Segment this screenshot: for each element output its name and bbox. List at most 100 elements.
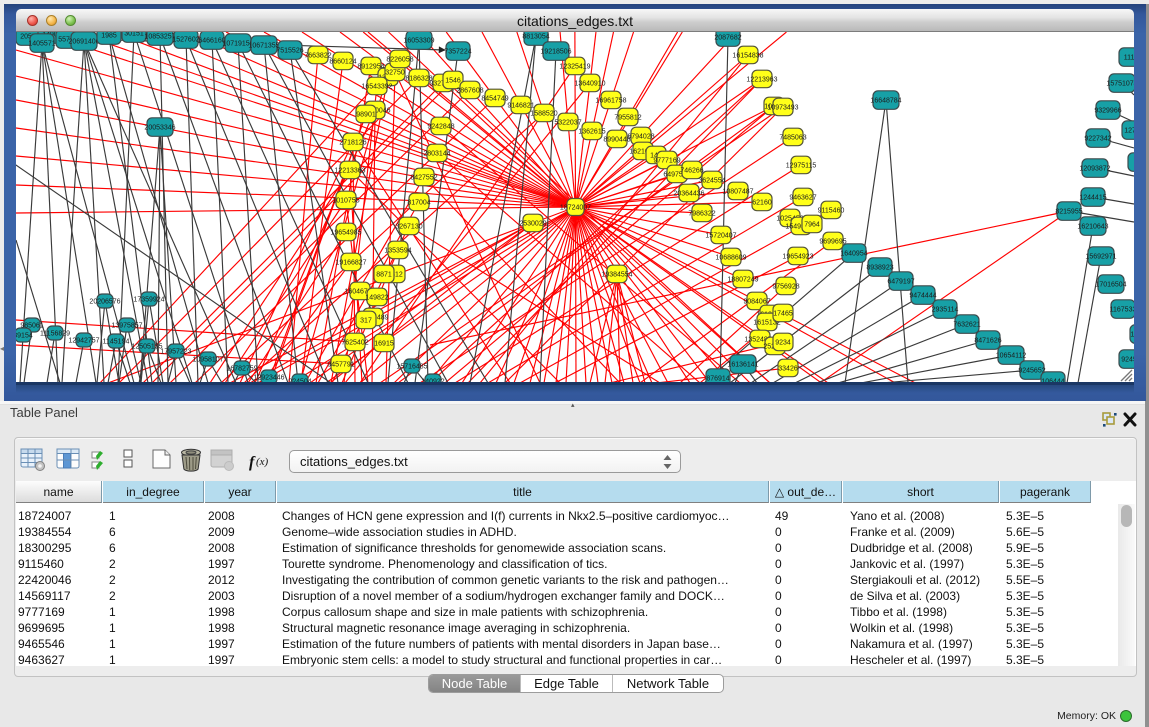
svg-text:2867608: 2867608 <box>456 88 483 95</box>
svg-text:16648784: 16648784 <box>870 98 901 105</box>
svg-text:10688609: 10688609 <box>715 255 746 262</box>
svg-text:16543392: 16543392 <box>361 84 392 91</box>
svg-text:16053309: 16053309 <box>403 38 434 45</box>
svg-text:9329966: 9329966 <box>1094 108 1121 115</box>
svg-text:18724007: 18724007 <box>560 205 591 212</box>
svg-text:13640910: 13640910 <box>574 81 605 88</box>
svg-text:9234: 9234 <box>775 340 791 347</box>
svg-text:30151: 30151 <box>124 32 144 38</box>
svg-text:19384554: 19384554 <box>601 272 632 279</box>
svg-text:32750: 32750 <box>385 70 405 77</box>
svg-text:10958107: 10958107 <box>192 357 223 364</box>
svg-text:1527602: 1527602 <box>172 37 199 44</box>
svg-text:1362615: 1362615 <box>578 129 605 136</box>
svg-text:15720407: 15720407 <box>705 233 736 240</box>
svg-text:8454749: 8454749 <box>481 96 508 103</box>
svg-text:1112: 1112 <box>1124 55 1134 62</box>
svg-text:317: 317 <box>360 318 372 325</box>
svg-text:120035: 120035 <box>1130 332 1134 339</box>
svg-text:1244415: 1244415 <box>1079 195 1106 202</box>
svg-text:149822: 149822 <box>365 295 388 302</box>
svg-text:8215955: 8215955 <box>1055 209 1082 216</box>
svg-text:12942757: 12942757 <box>68 338 99 345</box>
svg-text:16782759: 16782759 <box>226 366 257 373</box>
svg-text:9084067: 9084067 <box>743 299 770 306</box>
svg-text:15692971: 15692971 <box>1085 254 1116 261</box>
svg-text:9242848: 9242848 <box>427 124 454 131</box>
svg-text:6479197: 6479197 <box>887 279 914 286</box>
svg-text:817004: 817004 <box>407 200 430 207</box>
svg-text:2803144: 2803144 <box>423 151 450 158</box>
svg-text:10973493: 10973493 <box>767 105 798 112</box>
svg-text:20364436: 20364436 <box>673 191 704 198</box>
svg-text:17016504: 17016504 <box>1095 282 1126 289</box>
svg-text:20053346: 20053346 <box>144 125 175 132</box>
svg-text:12213363: 12213363 <box>334 168 365 175</box>
svg-text:12325419: 12325419 <box>559 64 590 71</box>
svg-text:1640954: 1640954 <box>840 251 867 258</box>
svg-text:1588520: 1588520 <box>530 111 557 118</box>
svg-text:140922: 140922 <box>421 379 444 383</box>
svg-text:7663822: 7663822 <box>304 53 331 60</box>
svg-text:8471626: 8471626 <box>974 338 1001 345</box>
svg-text:8938923: 8938923 <box>866 265 893 272</box>
svg-text:5322037: 5322037 <box>554 120 581 127</box>
svg-text:1353594: 1353594 <box>384 248 411 255</box>
svg-text:12093872: 12093872 <box>1079 166 1110 173</box>
svg-text:8427552: 8427552 <box>410 175 437 182</box>
svg-text:33426: 33426 <box>778 366 798 373</box>
svg-text:12774: 12774 <box>1124 128 1134 135</box>
svg-text:7485063: 7485063 <box>779 135 806 142</box>
svg-text:9146821: 9146821 <box>507 103 534 110</box>
svg-text:7632621: 7632621 <box>953 322 980 329</box>
svg-text:9115460: 9115460 <box>818 208 845 215</box>
svg-text:924504: 924504 <box>288 379 311 383</box>
svg-text:8813054: 8813054 <box>522 34 549 41</box>
svg-text:19166827: 19166827 <box>335 260 366 267</box>
svg-text:19218506: 19218506 <box>540 49 571 56</box>
svg-text:2718126: 2718126 <box>339 140 366 147</box>
svg-text:8226058: 8226058 <box>386 57 413 64</box>
svg-text:16961758: 16961758 <box>595 98 626 105</box>
svg-text:98901: 98901 <box>356 112 376 119</box>
svg-text:9756928: 9756928 <box>772 284 799 291</box>
svg-text:3267130: 3267130 <box>395 224 422 231</box>
svg-text:8660124: 8660124 <box>329 59 356 66</box>
svg-text:7964: 7964 <box>804 222 820 229</box>
svg-text:12213963: 12213963 <box>746 77 777 84</box>
svg-text:11156829: 11156829 <box>40 331 70 338</box>
svg-text:19654985: 19654985 <box>330 230 361 237</box>
svg-text:2087682: 2087682 <box>714 35 741 42</box>
svg-text:15716485: 15716485 <box>396 364 427 371</box>
svg-text:16915: 16915 <box>374 341 394 348</box>
svg-text:10807487: 10807487 <box>722 189 753 196</box>
svg-text:7515526: 7515526 <box>276 48 303 55</box>
svg-text:3624554: 3624554 <box>698 178 725 185</box>
svg-text:1985: 1985 <box>101 33 117 40</box>
svg-text:1010755: 1010755 <box>332 198 359 205</box>
svg-text:876914: 876914 <box>706 376 729 383</box>
svg-text:20206576: 20206576 <box>89 299 120 306</box>
svg-text:17465: 17465 <box>773 311 793 318</box>
svg-text:(x): (x) <box>256 456 269 468</box>
svg-text:9474444: 9474444 <box>909 293 936 300</box>
svg-text:8871: 8871 <box>376 272 392 279</box>
svg-text:7357224: 7357224 <box>444 49 471 56</box>
svg-text:39154: 39154 <box>16 333 33 340</box>
svg-text:16210643: 16210643 <box>1077 224 1108 231</box>
svg-text:12505135: 12505135 <box>131 344 162 351</box>
svg-text:10654112: 10654112 <box>996 353 1027 360</box>
svg-text:62160: 62160 <box>752 200 772 207</box>
svg-text:17359924: 17359924 <box>133 297 164 304</box>
svg-text:1145194: 1145194 <box>103 339 130 346</box>
svg-text:9457791: 9457791 <box>327 362 354 369</box>
svg-text:6794028: 6794028 <box>627 134 654 141</box>
svg-text:1546: 1546 <box>445 78 461 85</box>
svg-text:106444: 106444 <box>1041 379 1064 383</box>
svg-text:1167533: 1167533 <box>1110 307 1134 314</box>
svg-text:9699695: 9699695 <box>819 239 846 246</box>
svg-text:16136141: 16136141 <box>727 362 758 369</box>
svg-text:f: f <box>249 454 256 471</box>
svg-text:2530029: 2530029 <box>519 221 546 228</box>
svg-text:2935114: 2935114 <box>932 307 959 314</box>
